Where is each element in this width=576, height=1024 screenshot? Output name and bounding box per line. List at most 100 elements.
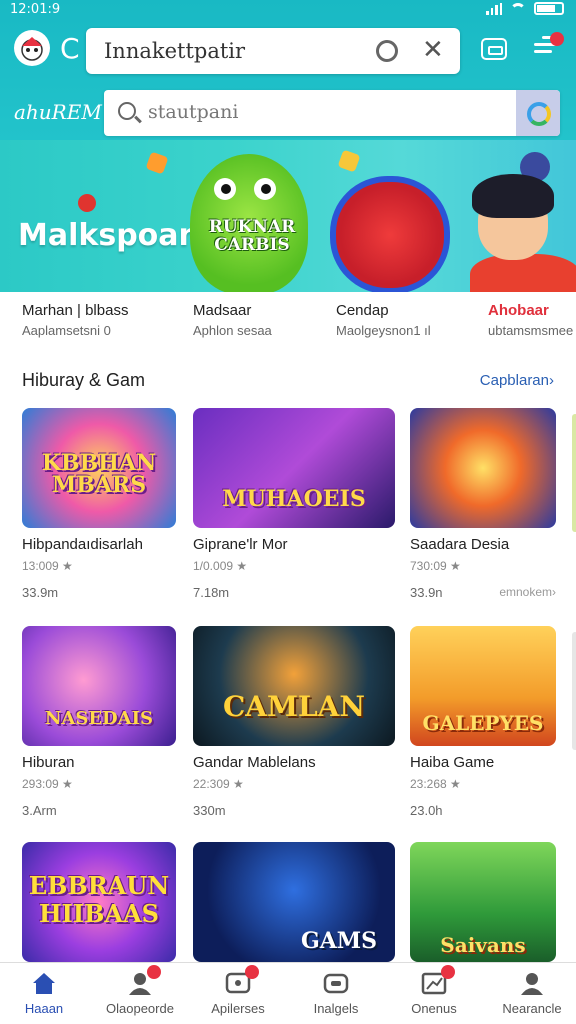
game-size: 23.0h bbox=[410, 803, 443, 818]
game-card[interactable]: NASEDAIS Hiburan 293:09 ★ 3.Arm bbox=[22, 626, 176, 818]
nav-item-games[interactable]: Inalgels bbox=[288, 971, 384, 1016]
game-card[interactable]: Saivans bbox=[410, 842, 556, 962]
next-card-peek bbox=[572, 414, 576, 532]
game-size-row: 33.9n emnokem› bbox=[410, 585, 556, 600]
category-name: Marhan | blbass bbox=[22, 302, 129, 319]
game-size: 33.9n bbox=[410, 585, 443, 600]
game-card[interactable]: CAMLAN Gandar Mablelans 22:309 ★ 330m bbox=[193, 626, 395, 818]
search-input[interactable]: stautpani bbox=[148, 101, 238, 123]
nav-item-account[interactable]: Nearancle bbox=[484, 971, 576, 1016]
game-size: 330m bbox=[193, 803, 226, 818]
reload-arc-icon[interactable]: C bbox=[60, 32, 80, 65]
game-card[interactable]: GALEPYES Haiba Game 23:268 ★ 23.0h bbox=[410, 626, 556, 818]
status-icons bbox=[486, 2, 564, 15]
app-root: 12:01:9 C Innakettpatir ✕ ahuREM stautpa… bbox=[0, 0, 576, 1024]
nav-label: Nearancle bbox=[502, 1001, 562, 1016]
url-bar[interactable]: Innakettpatir ✕ bbox=[86, 28, 460, 74]
game-card[interactable]: Saadara Desia 730:09 ★ 33.9n emnokem› bbox=[410, 408, 556, 600]
game-card[interactable]: EBBRAUN HIIBAAS bbox=[22, 842, 176, 962]
thumbnail-title: GAMS bbox=[300, 928, 378, 954]
game-thumbnail[interactable]: MUHAOEIS bbox=[193, 408, 395, 528]
game-thumbnail[interactable]: Saivans bbox=[410, 842, 556, 962]
nav-label: Olaopeorde bbox=[106, 1001, 174, 1016]
more-link[interactable]: emnokem› bbox=[499, 585, 556, 600]
nav-item-profile[interactable]: Olaopeorde bbox=[92, 965, 188, 1016]
game-rating: 13:009 ★ bbox=[22, 559, 73, 573]
game-rating: 22:309 ★ bbox=[193, 777, 244, 791]
app-logo[interactable] bbox=[14, 30, 50, 66]
game-thumbnail[interactable]: GAMS bbox=[193, 842, 395, 962]
apps-icon bbox=[225, 965, 259, 995]
section-title: Hiburay & Gam bbox=[22, 370, 146, 390]
game-card[interactable]: MUHAOEIS Giprane'lr Mor 1/0.009 ★ 7.18m bbox=[193, 408, 395, 600]
nav-label: Inalgels bbox=[313, 1001, 359, 1016]
category-sub: Aphlon sesaa bbox=[193, 323, 272, 338]
category-sub: Maolgeysnon1 ıl bbox=[336, 323, 431, 338]
category-item[interactable]: Ahobaar ubtamsmsmee bbox=[488, 302, 573, 338]
game-thumbnail[interactable]: NASEDAIS bbox=[22, 626, 176, 746]
game-rating: 23:268 ★ bbox=[410, 777, 461, 791]
nav-item-chart[interactable]: Onenus bbox=[386, 965, 482, 1016]
category-item[interactable]: Marhan | blbass Aaplamsetsni 0 bbox=[22, 302, 128, 338]
game-size: 7.18m bbox=[193, 585, 230, 600]
boy-character-art bbox=[460, 168, 576, 292]
banner-title: Malkspoan bbox=[18, 218, 200, 253]
thumbnail-title: GALEPYES bbox=[422, 711, 544, 735]
status-time: 12:01:9 bbox=[10, 2, 61, 17]
nav-label: Haaan bbox=[24, 1001, 64, 1016]
thumbnail-title: KBBHAN MBARS bbox=[41, 450, 157, 498]
notification-badge bbox=[245, 965, 259, 979]
close-icon[interactable]: ✕ bbox=[422, 34, 444, 65]
brand-label: ahuREM bbox=[14, 100, 102, 124]
category-item[interactable]: Cendap Maolgeysnon1 ıl bbox=[336, 302, 431, 338]
nav-item-home[interactable]: Haaan bbox=[0, 971, 92, 1016]
lens-icon[interactable] bbox=[516, 90, 560, 136]
games-icon bbox=[323, 971, 349, 995]
game-rating: 293:09 ★ bbox=[22, 777, 73, 791]
next-card-peek bbox=[572, 632, 576, 750]
refresh-icon[interactable] bbox=[376, 40, 398, 62]
thumbnail-title: CAMLAN bbox=[222, 690, 365, 723]
notification-badge bbox=[550, 32, 564, 46]
promo-banner[interactable]: Malkspoan RUKNAR CARBIS bbox=[0, 140, 576, 292]
monster-eye bbox=[214, 178, 236, 200]
monster-label: RUKNAR CARBIS bbox=[208, 217, 296, 255]
category-sub: Aaplamsetsni 0 bbox=[22, 323, 111, 338]
nav-label: Apilerses bbox=[211, 1001, 265, 1016]
search-icon bbox=[118, 102, 136, 120]
thumbnail-title: Saivans bbox=[440, 933, 526, 957]
game-thumbnail[interactable]: EBBRAUN HIIBAAS bbox=[22, 842, 176, 962]
game-rating: 1/0.009 ★ bbox=[193, 559, 248, 573]
section-see-all-link[interactable]: Capblaran› bbox=[480, 372, 554, 389]
url-text[interactable]: Innakettpatir bbox=[104, 39, 245, 63]
category-name: Madsaar bbox=[193, 302, 252, 319]
game-size: 33.9m bbox=[22, 585, 59, 600]
game-title: Gandar Mablelans bbox=[193, 754, 316, 771]
top-header: 12:01:9 C Innakettpatir ✕ ahuREM stautpa… bbox=[0, 0, 576, 140]
monster-eye bbox=[254, 178, 276, 200]
tabs-icon[interactable] bbox=[481, 38, 507, 60]
gamepad-art bbox=[330, 176, 450, 292]
red-gem-icon bbox=[75, 191, 99, 215]
game-card[interactable]: KBBHAN MBARS Hibpandaıdisarlah 13:009 ★ … bbox=[22, 408, 176, 600]
category-sub: ubtamsmsmee bbox=[488, 323, 574, 338]
game-thumbnail[interactable] bbox=[410, 408, 556, 528]
yellow-cube-icon bbox=[337, 149, 361, 173]
game-thumbnail[interactable]: CAMLAN bbox=[193, 626, 395, 746]
menu-icon[interactable] bbox=[534, 32, 564, 62]
mascot-icon bbox=[21, 37, 43, 61]
search-bar[interactable]: stautpani bbox=[104, 90, 560, 136]
nav-item-apps[interactable]: Apilerses bbox=[190, 965, 286, 1016]
game-rating: 730:09 ★ bbox=[410, 559, 461, 573]
game-title: Hibpandaıdisarlah bbox=[22, 536, 143, 553]
notification-badge bbox=[441, 965, 455, 979]
game-thumbnail[interactable]: GALEPYES bbox=[410, 626, 556, 746]
nav-label: Onenus bbox=[411, 1001, 457, 1016]
game-title: Saadara Desia bbox=[410, 536, 510, 553]
profile-icon bbox=[127, 965, 161, 995]
account-icon bbox=[519, 971, 545, 995]
chart-icon bbox=[421, 965, 455, 995]
category-item[interactable]: Madsaar Aphlon sesaa bbox=[193, 302, 272, 338]
game-thumbnail[interactable]: KBBHAN MBARS bbox=[22, 408, 176, 528]
game-card[interactable]: GAMS bbox=[193, 842, 395, 962]
